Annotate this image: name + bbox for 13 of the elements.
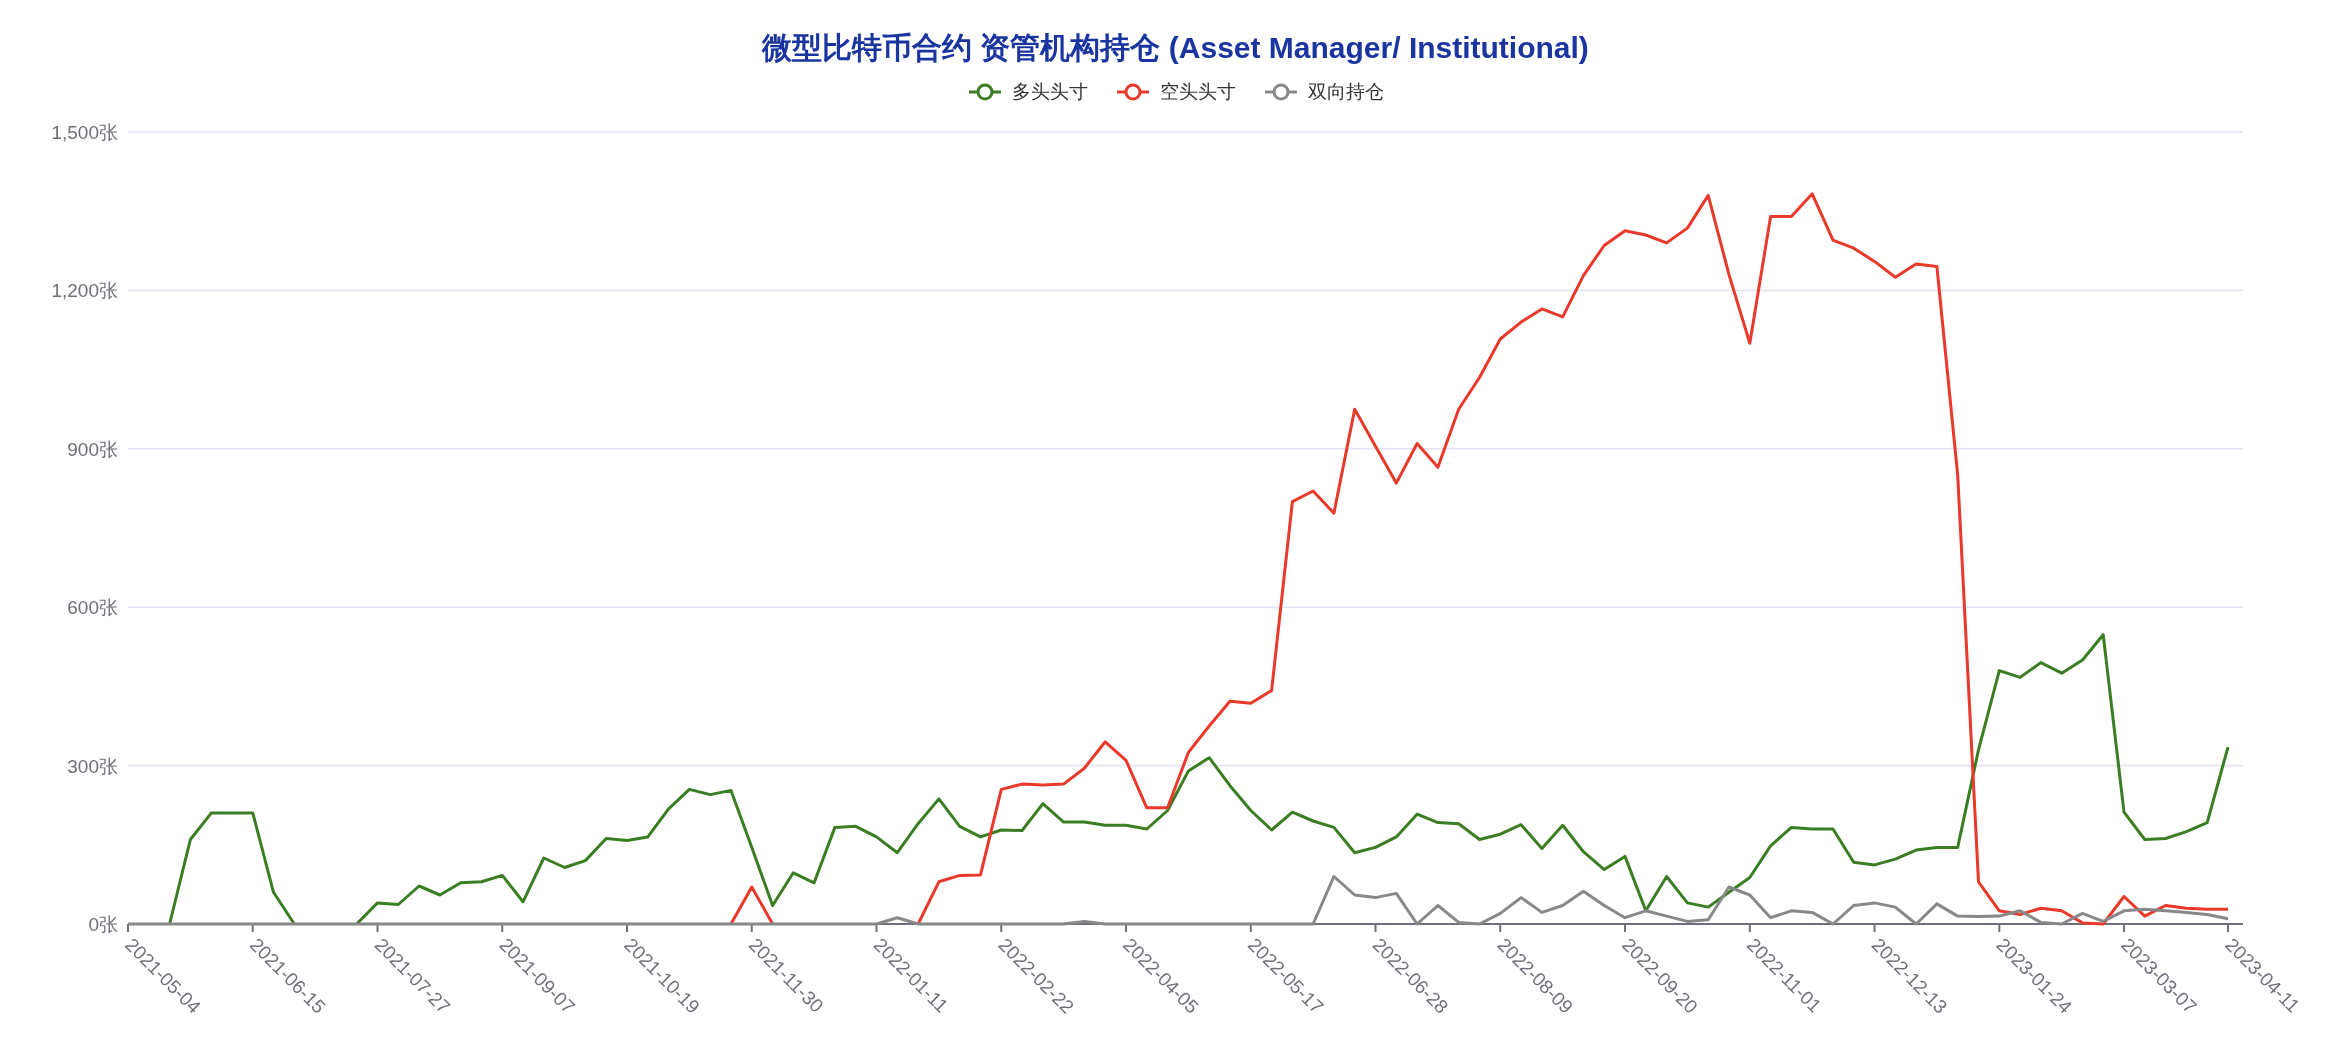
y-axis-label: 900张 (67, 438, 118, 460)
y-axis-label: 0张 (88, 914, 118, 935)
y-axis-label: 600张 (67, 597, 118, 619)
legend-label[interactable]: 多头头寸 (1011, 79, 1088, 105)
chart-title: 微型比特币合约 资管机构持仓 (Asset Manager/ Institutional) (762, 30, 1589, 66)
y-axis-label: 300张 (67, 755, 118, 777)
legend-line-icon[interactable] (967, 82, 1002, 102)
y-axis-label: 1,500张 (51, 122, 118, 143)
legend-line-icon[interactable] (1115, 82, 1150, 102)
legend-label[interactable]: 双向持仓 (1307, 79, 1384, 105)
legend-label[interactable]: 空头头寸 (1159, 79, 1236, 105)
y-axis-label: 1,200张 (51, 280, 118, 302)
legend-line-icon[interactable] (1263, 82, 1298, 102)
